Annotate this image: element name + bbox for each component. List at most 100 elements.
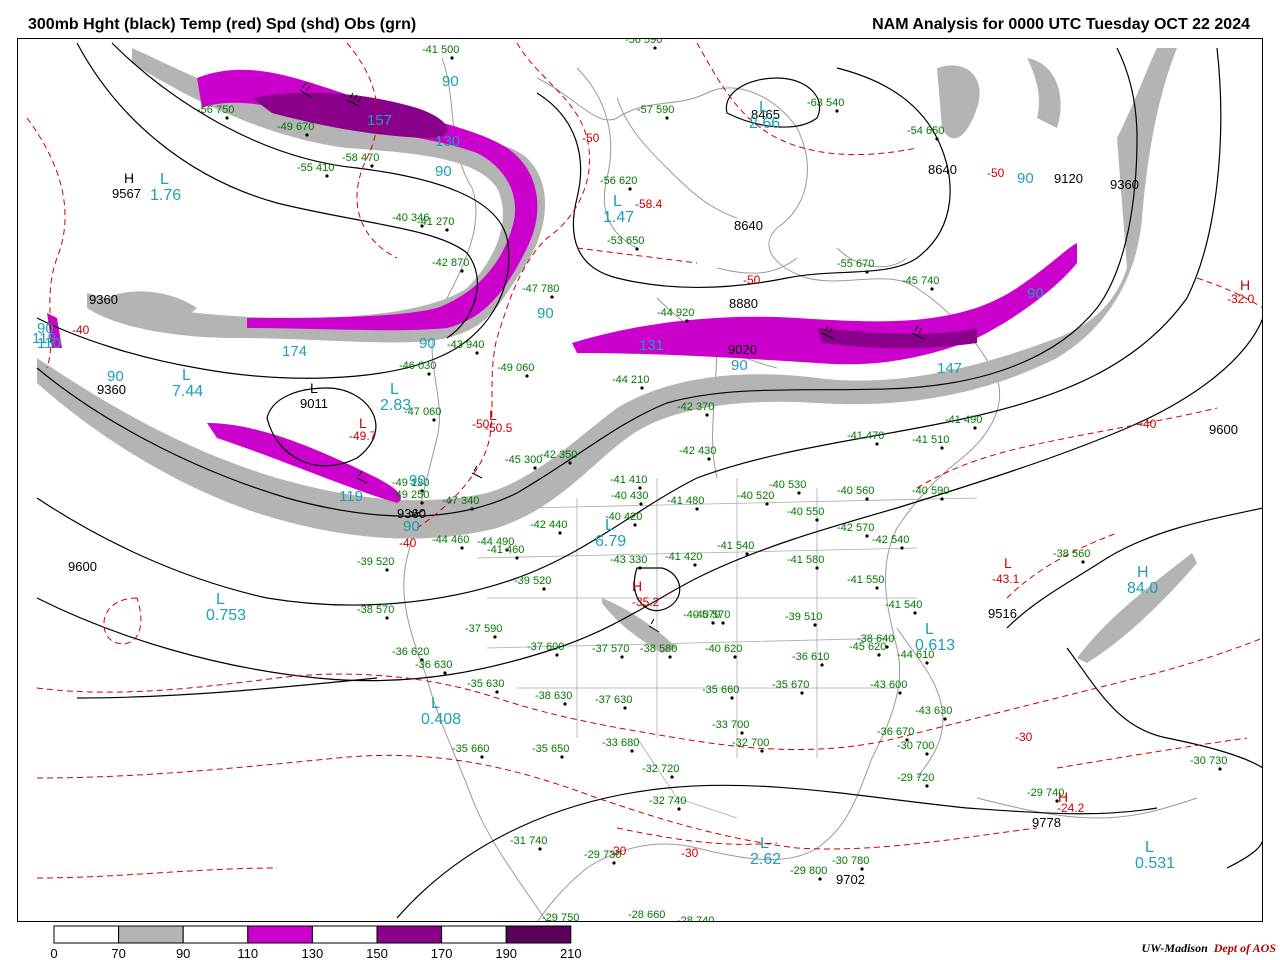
temp-label: -30 <box>609 844 627 858</box>
height-label: 9020 <box>728 342 757 357</box>
station-obs: -44 460 <box>432 534 469 546</box>
station-obs: -49 250 <box>392 489 429 501</box>
station-dot <box>475 351 479 355</box>
station-dot <box>693 563 697 567</box>
station-obs: -37 600 <box>527 641 564 653</box>
legend-tick: 150 <box>366 946 388 960</box>
station-obs: -37 570 <box>592 643 629 655</box>
height-label: 9600 <box>1209 422 1238 437</box>
station-dot <box>711 621 715 625</box>
speed-label: 90 <box>403 518 420 535</box>
height-label: 9778 <box>1032 815 1061 830</box>
station-obs: -43 940 <box>447 339 484 351</box>
station-dot <box>813 623 817 627</box>
svg-text:84.0: 84.0 <box>1127 580 1158 597</box>
height-label: 9011 <box>300 396 328 411</box>
speed-label: 90 <box>419 335 436 352</box>
station-dot <box>835 109 839 113</box>
station-dot <box>925 784 929 788</box>
station-obs: -37 630 <box>595 694 632 706</box>
station-obs: -36 610 <box>792 651 829 663</box>
station-dot <box>913 611 917 615</box>
weather-map[interactable]: -41 500 -56 590 -57 590 -63 540 -54 650 -56 6… <box>17 38 1263 922</box>
station-dot <box>555 653 559 657</box>
station-dot <box>538 847 542 851</box>
station-obs: -49 670 <box>277 121 314 133</box>
temp-label: -50 <box>582 131 600 145</box>
station-obs: -43 630 <box>915 705 952 717</box>
station-obs: -54 650 <box>907 125 944 137</box>
speed-label: 130 <box>435 133 460 150</box>
height-label: 9360 <box>89 292 118 307</box>
legend-tick: 130 <box>302 946 324 960</box>
high-marker: H <box>124 170 134 186</box>
station-obs: -38 630 <box>535 690 572 702</box>
temp-high-marker: H <box>1058 789 1068 805</box>
station-obs: -41 540 <box>885 599 922 611</box>
station-dot <box>550 295 554 299</box>
speed-label: 90 <box>731 357 748 374</box>
station-obs: -42 350 <box>540 449 577 461</box>
station-dot <box>1081 560 1085 564</box>
station-dot <box>640 386 644 390</box>
station-obs: -42 370 <box>677 401 714 413</box>
station-obs: -42 430 <box>679 445 716 457</box>
station-obs: -58 470 <box>342 152 379 164</box>
station-dot <box>370 164 374 168</box>
speed-label: 90 <box>1027 285 1044 302</box>
temp-label: -50.5 <box>485 421 513 435</box>
station-dot <box>385 568 389 572</box>
svg-text:0.753: 0.753 <box>206 607 246 624</box>
station-dot <box>930 287 934 291</box>
station-obs: -41 420 <box>665 551 702 563</box>
station-dot <box>427 372 431 376</box>
svg-text:L: L <box>182 367 191 384</box>
station-dot <box>797 491 801 495</box>
station-obs: -37 590 <box>465 623 502 635</box>
station-dot <box>635 247 639 251</box>
height-label: 8640 <box>928 162 957 177</box>
station-dot <box>638 566 642 570</box>
station-dot <box>612 861 616 865</box>
station-dot <box>630 749 634 753</box>
station-obs: -40 550 <box>787 506 824 518</box>
station-dot <box>733 655 737 659</box>
station-obs: -56 590 <box>625 38 662 46</box>
station-dot <box>940 497 944 501</box>
station-dot <box>740 731 744 735</box>
legend-swatch <box>441 925 507 944</box>
station-obs: -29 720 <box>897 772 934 784</box>
temp-low-marker: L <box>1004 555 1012 571</box>
temp-label: -40 <box>72 323 90 337</box>
station-obs: -33 700 <box>712 719 749 731</box>
legend-swatch <box>376 925 443 944</box>
station-obs: -31 740 <box>510 835 547 847</box>
station-obs: -35 660 <box>702 684 739 696</box>
legend-swatch <box>247 925 313 944</box>
station-dot <box>305 133 309 137</box>
station-obs: -63 540 <box>807 97 844 109</box>
station-dot <box>558 531 562 535</box>
station-obs: -41 410 <box>610 474 647 486</box>
station-obs: -28 660 <box>628 909 665 921</box>
station-dot <box>225 116 229 120</box>
svg-text:L: L <box>216 591 225 608</box>
station-dot <box>935 137 939 141</box>
station-obs: -45 300 <box>505 454 542 466</box>
station-obs: -40 430 <box>611 490 648 502</box>
speed-label: 131 <box>639 337 664 354</box>
temp-low-marker: L <box>489 407 497 423</box>
svg-text:0.531: 0.531 <box>1135 855 1175 872</box>
station-obs: -41 500 <box>422 44 459 56</box>
station-obs: -49 060 <box>497 362 534 374</box>
station-dot <box>325 174 329 178</box>
station-dot <box>560 755 564 759</box>
station-obs: -46 030 <box>399 360 436 372</box>
station-obs: -41 470 <box>847 430 884 442</box>
speed-label: 90 <box>1017 170 1034 187</box>
speed-label: 90 <box>435 163 452 180</box>
station-dot <box>670 775 674 779</box>
station-obs: -32 700 <box>732 737 769 749</box>
legend-tick: 210 <box>560 946 582 960</box>
temp-label: -50 <box>743 273 761 287</box>
